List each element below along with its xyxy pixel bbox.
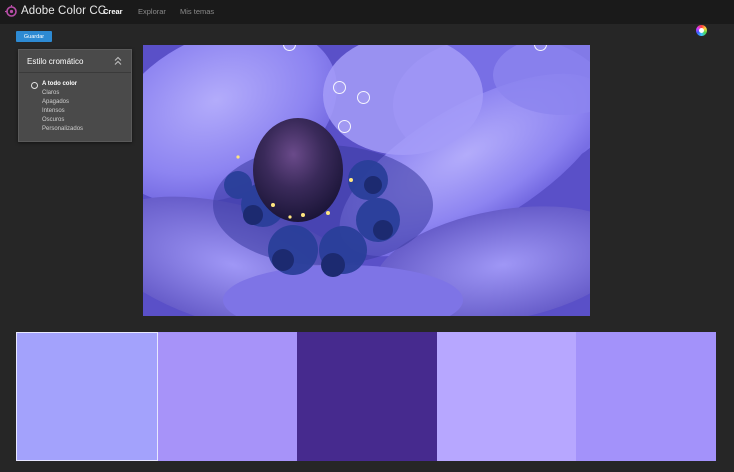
- top-bar: Adobe Color CC Crear Explorar Mis temas: [0, 0, 734, 24]
- color-picker-handle[interactable]: [338, 120, 351, 133]
- chevron-up-icon[interactable]: [114, 56, 122, 66]
- option-a-todo-color[interactable]: A todo color: [42, 81, 77, 87]
- chromatic-style-panel: Estilo cromático A todo color Claros Apa…: [18, 49, 132, 142]
- color-wheel-icon[interactable]: [696, 25, 707, 36]
- save-button[interactable]: Guardar: [16, 31, 52, 42]
- option-apagados[interactable]: Apagados: [42, 99, 69, 105]
- app-title: Adobe Color CC: [21, 5, 107, 17]
- color-picker-handle[interactable]: [357, 91, 370, 104]
- color-swatch[interactable]: [576, 332, 716, 461]
- color-picker-handle[interactable]: [333, 81, 346, 94]
- color-swatches: [16, 332, 716, 461]
- tab-explorar[interactable]: Explorar: [138, 7, 166, 16]
- color-swatch[interactable]: [297, 332, 437, 461]
- option-oscuros[interactable]: Oscuros: [42, 117, 64, 123]
- tab-mis-temas[interactable]: Mis temas: [180, 7, 214, 16]
- adobe-color-logo-icon[interactable]: [5, 5, 18, 18]
- panel-header: Estilo cromático: [19, 50, 131, 73]
- radio-selected-icon[interactable]: [31, 82, 38, 89]
- option-personalizados[interactable]: Personalizados: [42, 126, 83, 132]
- option-claros[interactable]: Claros: [42, 90, 59, 96]
- flower-illustration: [143, 45, 590, 316]
- tab-crear[interactable]: Crear: [103, 7, 123, 16]
- color-swatch[interactable]: [436, 332, 577, 461]
- option-intensos[interactable]: Intensos: [42, 108, 65, 114]
- color-swatch[interactable]: [16, 332, 158, 461]
- panel-title: Estilo cromático: [27, 57, 84, 66]
- color-swatch[interactable]: [157, 332, 298, 461]
- source-image[interactable]: [143, 45, 590, 316]
